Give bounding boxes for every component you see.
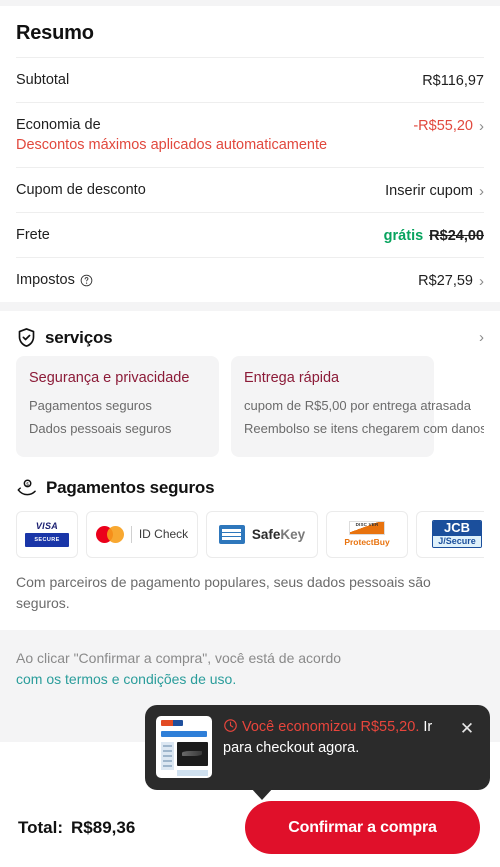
- confirm-purchase-button[interactable]: Confirmar a compra: [245, 801, 480, 854]
- chevron-right-icon: ›: [479, 182, 484, 200]
- taxes-value: R$27,59: [418, 273, 473, 290]
- payment-logo-row: VISA SECURE ID Check SafeKey DISC VER Pr…: [16, 510, 484, 558]
- subtotal-label: Subtotal: [16, 72, 70, 88]
- savings-label: Economia de: [16, 117, 101, 133]
- visa-secure-badge: SECURE: [25, 533, 69, 548]
- section-separator: [0, 302, 500, 312]
- jsecure-label: J/Secure: [433, 535, 481, 547]
- service-card-line: Reembolso se itens chegarem com danos: [244, 420, 484, 436]
- service-card-title: Entrega rápida: [244, 370, 340, 387]
- services-card-list: Segurança e privacidade Pagamentos segur…: [16, 356, 484, 457]
- summary-section: Resumo Subtotal R$116,97 Economia de Des…: [0, 6, 500, 303]
- savings-subtext: Descontos máximos aplicados automaticame…: [16, 137, 328, 153]
- id-check-label: ID Check: [138, 527, 189, 542]
- coupon-label: Cupom de desconto: [16, 182, 146, 199]
- services-section: serviços › Segurança e privacidade Pagam…: [0, 311, 500, 461]
- chevron-right-icon: ›: [479, 117, 484, 135]
- terms-prefix: Ao clicar "Confirmar a compra", você est…: [16, 649, 342, 666]
- toast-body: Você economizou R$55,20. Ir para checkou…: [223, 716, 445, 778]
- safekey-light: Key: [280, 526, 306, 542]
- discover-icon: DISC VER: [349, 521, 385, 536]
- chevron-right-icon: ›: [479, 272, 484, 290]
- safekey-bold: Safe: [251, 526, 281, 542]
- jcb-wordmark: JCB: [433, 521, 481, 536]
- total-label: Total:: [18, 817, 64, 837]
- toast-message: Você economizou R$55,20. Ir para checkou…: [223, 717, 445, 760]
- divider: [130, 525, 132, 543]
- service-card-line: cupom de R$5,00 por entrega atrasada: [244, 398, 471, 414]
- shipping-free-badge: grátis: [383, 228, 424, 245]
- summary-row-taxes[interactable]: Impostos R$27,59 ›: [16, 257, 484, 302]
- visa-secure-logo: VISA SECURE: [16, 510, 78, 558]
- mastercard-icon: [95, 525, 124, 543]
- services-title: serviços: [45, 327, 113, 347]
- shipping-original-price: R$24,00: [429, 228, 484, 245]
- mastercard-id-check-logo: ID Check: [86, 510, 198, 558]
- payments-header: $ Pagamentos seguros: [16, 477, 484, 499]
- close-icon[interactable]: ✕: [456, 716, 478, 778]
- checkout-summary-page: Resumo Subtotal R$116,97 Economia de Des…: [0, 0, 500, 867]
- amex-safekey-logo: SafeKey: [206, 510, 318, 558]
- order-total: Total: R$89,36: [18, 818, 135, 838]
- product-page-thumbnail: [156, 716, 212, 778]
- clock-icon: [224, 719, 237, 732]
- page-title: Resumo: [16, 22, 94, 44]
- safekey-label: SafeKey: [252, 527, 305, 542]
- svg-text:$: $: [26, 481, 29, 487]
- summary-row-shipping: Frete grátis R$24,00: [16, 212, 484, 257]
- service-card-fast-delivery[interactable]: Entrega rápida cupom de R$5,00 por entre…: [231, 356, 484, 457]
- payments-section: $ Pagamentos seguros VISA SECURE ID Chec…: [0, 461, 500, 630]
- service-card-line: Pagamentos seguros: [29, 398, 152, 414]
- discover-wordmark: DISC VER: [355, 522, 379, 528]
- summary-row-savings[interactable]: Economia de Descontos máximos aplicados …: [16, 102, 484, 167]
- service-card-title: Segurança e privacidade: [29, 370, 190, 387]
- service-card-security[interactable]: Segurança e privacidade Pagamentos segur…: [16, 356, 219, 457]
- savings-toast[interactable]: Você economizou R$55,20. Ir para checkou…: [145, 705, 490, 790]
- shield-check-icon: [18, 328, 35, 348]
- subtotal-value: R$116,97: [422, 73, 484, 89]
- amex-icon: [218, 524, 245, 544]
- payments-note: Com parceiros de pagamento populares, se…: [16, 573, 431, 611]
- toast-savings-text: Você economizou R$55,20.: [242, 719, 420, 735]
- service-card-line: Dados pessoais seguros: [29, 420, 172, 436]
- toast-pointer-arrow: [250, 787, 274, 800]
- hand-coin-icon: $: [17, 479, 36, 495]
- protectbuy-label: ProtectBuy: [344, 537, 390, 548]
- savings-value: -R$55,20: [413, 118, 473, 134]
- payments-title: Pagamentos seguros: [46, 477, 215, 497]
- terms-link[interactable]: com os termos e condições de uso.: [16, 671, 236, 687]
- coupon-action-label: Inserir cupom: [385, 183, 473, 200]
- chevron-right-icon[interactable]: ›: [479, 330, 484, 345]
- total-value: R$89,36: [71, 817, 136, 837]
- visa-wordmark: VISA: [35, 521, 59, 532]
- question-circle-icon[interactable]: [80, 274, 93, 287]
- discover-protectbuy-logo: DISC VER ProtectBuy: [326, 510, 408, 558]
- services-header[interactable]: serviços ›: [16, 321, 484, 356]
- taxes-label-wrap: Impostos: [16, 272, 93, 288]
- summary-row-coupon[interactable]: Cupom de desconto Inserir cupom ›: [16, 167, 484, 212]
- shipping-label: Frete: [16, 227, 50, 244]
- jcb-jsecure-logo: JCB J/Secure: [416, 510, 484, 558]
- taxes-label: Impostos: [16, 272, 75, 289]
- summary-row-subtotal: Subtotal R$116,97: [16, 57, 484, 102]
- terms-text: Ao clicar "Confirmar a compra", você est…: [16, 648, 484, 691]
- services-header-left: serviços: [16, 327, 113, 348]
